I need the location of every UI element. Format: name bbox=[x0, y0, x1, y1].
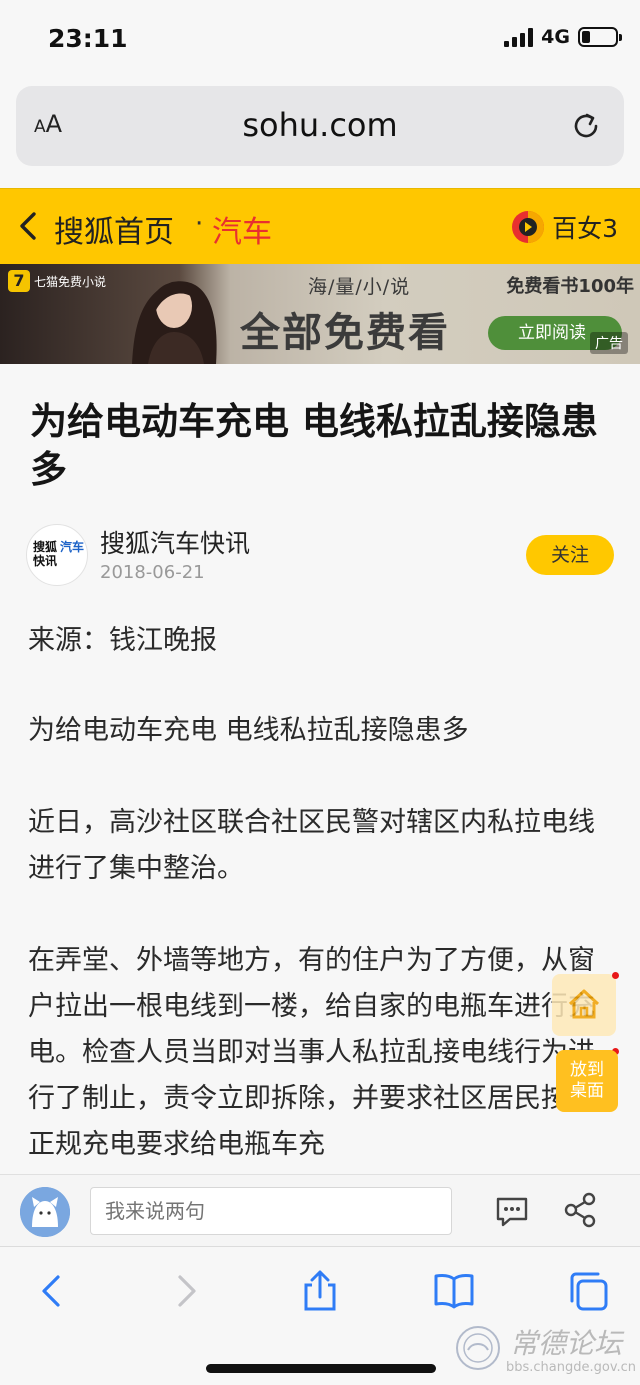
article-paragraph: 在弄堂、外墙等地方，有的住户为了方便，从窗户拉出一根电线到一楼，给自家的电瓶车进… bbox=[28, 945, 595, 1160]
notification-dot bbox=[612, 972, 619, 979]
add-to-desktop-button[interactable]: 放到 桌面 bbox=[556, 1050, 618, 1112]
ad-promo: 免费看书100年 bbox=[506, 276, 634, 297]
article-paragraph: 近日，高沙社区联合社区民警对辖区内私拉电线进行了集中整治。 bbox=[28, 807, 595, 884]
ad-brand-logo: 7 bbox=[8, 270, 30, 292]
tabs-icon[interactable] bbox=[566, 1269, 610, 1313]
nav-home-link[interactable]: 搜狐首页 bbox=[54, 207, 174, 251]
nav-separator: · bbox=[195, 209, 204, 239]
address-bar[interactable]: AA sohu.com bbox=[16, 86, 624, 166]
reload-icon[interactable] bbox=[570, 110, 602, 142]
share-icon[interactable] bbox=[562, 1191, 598, 1229]
watermark-title: 常德论坛 bbox=[510, 1327, 623, 1360]
nav-channel-link[interactable]: 汽车 bbox=[212, 207, 272, 251]
ad-brand: 7 七猫免费小说 bbox=[8, 270, 106, 292]
network-type: 4G bbox=[541, 26, 570, 48]
home-indicator[interactable] bbox=[206, 1364, 436, 1373]
ad-brand-text: 七猫免费小说 bbox=[34, 274, 107, 289]
back-chevron-icon[interactable] bbox=[16, 211, 42, 241]
nav-video-link[interactable]: 百女3 bbox=[510, 209, 618, 245]
url-text[interactable]: sohu.com bbox=[16, 106, 624, 144]
status-time: 23:11 bbox=[48, 24, 128, 53]
home-icon bbox=[568, 989, 600, 1019]
ad-tag: 广告 bbox=[590, 332, 628, 354]
float-home-button[interactable] bbox=[552, 974, 616, 1036]
ad-model-image bbox=[132, 281, 217, 364]
site-nav: 搜狐首页 · 汽车 百女3 bbox=[0, 188, 640, 264]
ad-banner[interactable]: 7 七猫免费小说 海/量/小/说 全部免费看 免费看书100年 立即阅读 广告 bbox=[0, 264, 640, 364]
user-avatar-icon bbox=[20, 1187, 70, 1237]
comment-icon[interactable] bbox=[494, 1193, 530, 1229]
signal-icon bbox=[504, 27, 534, 47]
status-indicators: 4G bbox=[504, 26, 622, 48]
battery-icon bbox=[578, 27, 622, 47]
add-to-desktop-label: 放到 bbox=[570, 1060, 604, 1080]
nav-right-label: 百女3 bbox=[552, 214, 618, 243]
status-bar: 23:11 4G bbox=[0, 0, 640, 80]
watermark: 常德论坛 bbs.changde.gov.cn bbox=[450, 1322, 637, 1382]
comment-bar bbox=[0, 1174, 640, 1246]
bookmarks-icon[interactable] bbox=[432, 1269, 476, 1313]
watermark-url: bbs.changde.gov.cn bbox=[506, 1360, 637, 1375]
author-avatar[interactable]: 搜狐 快讯 汽车 bbox=[26, 524, 88, 586]
ad-slogan-top: 海/量/小/说 bbox=[308, 276, 411, 298]
toolbar-share-icon[interactable] bbox=[298, 1269, 342, 1313]
toolbar-back-icon[interactable] bbox=[30, 1269, 74, 1313]
article-paragraph: 为给电动车充电 电线私拉乱接隐患多 bbox=[28, 715, 469, 746]
publish-date: 2018-06-21 bbox=[100, 562, 205, 583]
follow-button[interactable]: 关注 bbox=[526, 535, 614, 575]
battery-level bbox=[582, 31, 590, 43]
article-paragraph: 来源：钱江晚报 bbox=[28, 625, 217, 656]
user-avatar[interactable] bbox=[20, 1187, 70, 1237]
author-name[interactable]: 搜狐汽车快讯 bbox=[100, 524, 250, 560]
comment-input[interactable] bbox=[90, 1187, 452, 1235]
avatar-text: 搜狐 快讯 bbox=[33, 540, 58, 568]
avatar-accent: 汽车 bbox=[60, 540, 85, 554]
sohu-video-icon bbox=[512, 211, 545, 243]
add-to-desktop-label: 桌面 bbox=[570, 1081, 604, 1101]
watermark-seal bbox=[456, 1326, 500, 1370]
article-title: 为给电动车充电 电线私拉乱接隐患多 bbox=[30, 400, 598, 491]
ad-slogan-main: 全部免费看 bbox=[240, 309, 450, 356]
toolbar-forward-icon[interactable] bbox=[164, 1269, 208, 1313]
